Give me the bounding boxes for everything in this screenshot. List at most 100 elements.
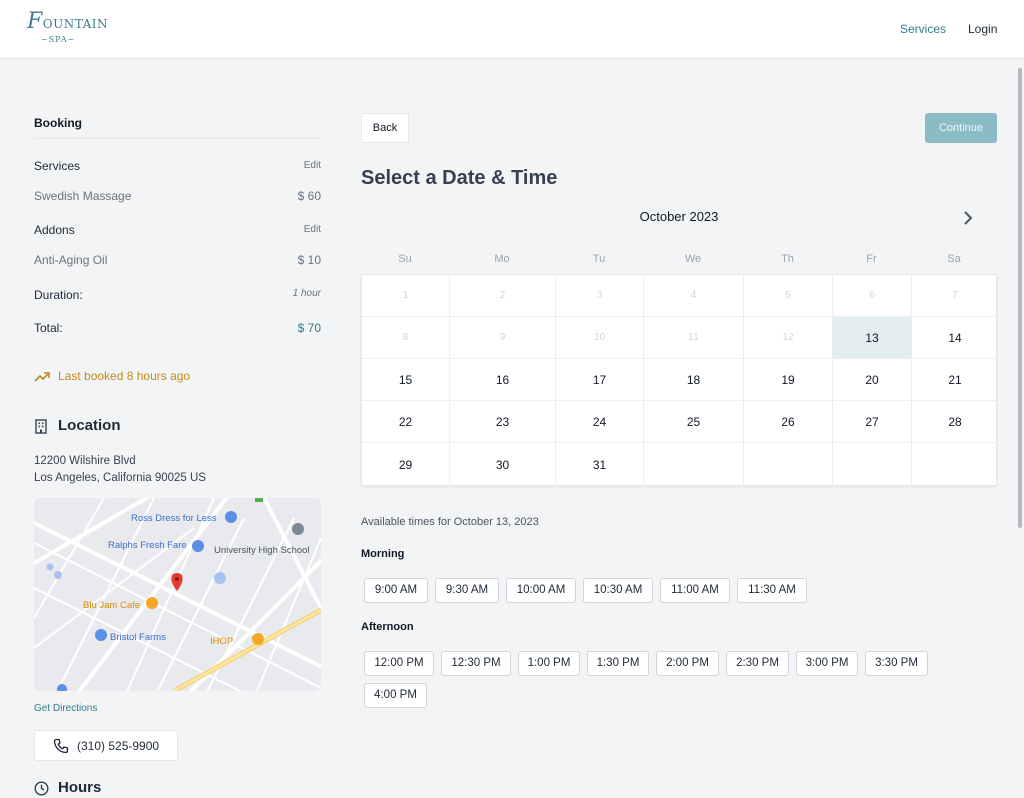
calendar-day[interactable]: 25 [644,401,744,443]
nav-services-link[interactable]: Services [900,22,946,36]
time-slot-button[interactable]: 10:30 AM [583,578,653,603]
time-slot-button[interactable]: 11:00 AM [660,578,730,603]
calendar-day[interactable]: 20 [833,359,912,401]
weekday-label: Mo [494,253,510,265]
page-scrollbar[interactable] [1016,60,1024,798]
calendar-day-empty [833,443,912,487]
time-slot-button[interactable]: 9:30 AM [435,578,499,603]
hours-title: Hours [58,779,102,796]
trending-up-icon [34,372,50,382]
calendar-day: 8 [362,317,450,359]
fountain-spa-logo[interactable]: FOUNTAIN ~SPA~ [27,11,107,49]
calendar-day[interactable]: 22 [362,401,450,443]
time-slot-button[interactable]: 3:30 PM [865,651,928,676]
time-slot-button[interactable]: 1:30 PM [587,651,649,676]
calendar-day-empty [912,443,998,487]
addon-name: Anti-Aging Oil [34,253,108,267]
page-title: Select a Date & Time [361,167,558,189]
calendar-day[interactable]: 27 [833,401,912,443]
weekday-label: Fr [866,253,877,265]
phone-number: (310) 525-9900 [77,739,160,753]
duration-label: Duration: [34,288,83,302]
time-slot-button[interactable]: 4:00 PM [364,683,427,708]
calendar-day: 3 [556,275,644,317]
calendar-day: 9 [450,317,556,359]
morning-label: Morning [361,548,405,560]
total-value: $ 70 [297,321,321,335]
calendar-day[interactable]: 30 [450,443,556,487]
top-navbar: FOUNTAIN ~SPA~ Services Login [0,0,1024,59]
time-slot-button[interactable]: 11:30 AM [737,578,807,603]
calendar-day[interactable]: 31 [556,443,644,487]
addons-label: Addons [34,223,75,237]
building-icon [35,419,47,434]
map-label-bristol: Bristol Farms [110,632,166,643]
calendar-day-empty [644,443,744,487]
time-slot-button[interactable]: 2:00 PM [656,651,719,676]
scrollbar-thumb[interactable] [1018,68,1022,528]
calendar-day[interactable]: 26 [744,401,833,443]
address-line-2: Los Angeles, California 90025 US [34,472,206,484]
calendar-day: 7 [912,275,998,317]
calendar-day: 5 [744,275,833,317]
get-directions-link[interactable]: Get Directions [34,703,97,714]
calendar-day[interactable]: 18 [644,359,744,401]
map-label-ihop: IHOP [210,636,234,647]
calendar-day[interactable]: 21 [912,359,998,401]
continue-button[interactable]: Continue [925,113,997,143]
weekday-label: Sa [947,253,961,265]
services-label: Services [34,159,81,173]
calendar-day[interactable]: 14 [912,317,998,359]
time-slot-button[interactable]: 9:00 AM [364,578,428,603]
service-price: $ 60 [297,189,321,203]
total-label: Total: [34,321,63,335]
calendar-day: 10 [556,317,644,359]
calendar-day[interactable]: 17 [556,359,644,401]
calendar-day[interactable]: 24 [556,401,644,443]
calendar-month-label: October 2023 [639,209,719,224]
booking-heading: Booking [34,116,82,130]
map-label-university: University High School [214,545,310,556]
edit-addons-link[interactable]: Edit [304,224,321,235]
address: 12200 Wilshire Blvd Los Angeles, Califor… [34,453,206,487]
edit-services-link[interactable]: Edit [304,160,321,171]
address-line-1: 12200 Wilshire Blvd [34,455,136,467]
divider [34,138,321,139]
total-row: Total: $ 70 [34,321,321,337]
calendar-day: 11 [644,317,744,359]
weekday-label: Su [398,253,412,265]
phone-icon [53,738,69,754]
service-item-row: Swedish Massage $ 60 [34,189,321,205]
chevron-right-icon[interactable] [960,209,976,227]
time-slot-button[interactable]: 12:00 PM [364,651,434,676]
nav-login-link[interactable]: Login [968,22,997,36]
logo-sub-label: SPA [48,35,68,44]
last-booked-text: Last booked 8 hours ago [58,369,191,383]
phone-button[interactable]: (310) 525-9900 [34,730,178,761]
addons-row: Addons Edit [34,223,321,239]
time-slot-button[interactable]: 1:00 PM [518,651,580,676]
addon-price: $ 10 [297,253,321,267]
addon-item-row: Anti-Aging Oil $ 10 [34,253,321,269]
time-slot-button[interactable]: 10:00 AM [506,578,576,603]
calendar-day[interactable]: 28 [912,401,998,443]
weekday-label: Tu [592,253,606,265]
calendar-day[interactable]: 19 [744,359,833,401]
logo-text: OUNTAIN [42,17,108,31]
time-slot-button[interactable]: 2:30 PM [726,651,789,676]
duration-value: 1 hour [292,288,321,299]
location-map[interactable]: Ross Dress for Less Ralphs Fresh Fare Un… [34,498,321,691]
calendar-day[interactable]: 16 [450,359,556,401]
calendar-day: 4 [644,275,744,317]
services-row: Services Edit [34,159,321,175]
calendar-day: 1 [362,275,450,317]
calendar-day-selected[interactable]: 13 [833,317,912,359]
back-button[interactable]: Back [361,113,409,143]
calendar-day: 2 [450,275,556,317]
calendar-day[interactable]: 23 [450,401,556,443]
time-slot-button[interactable]: 12:30 PM [441,651,511,676]
calendar-day[interactable]: 15 [362,359,450,401]
map-label-ralphs: Ralphs Fresh Fare [108,540,187,551]
time-slot-button[interactable]: 3:00 PM [796,651,858,676]
calendar-day[interactable]: 29 [362,443,450,487]
